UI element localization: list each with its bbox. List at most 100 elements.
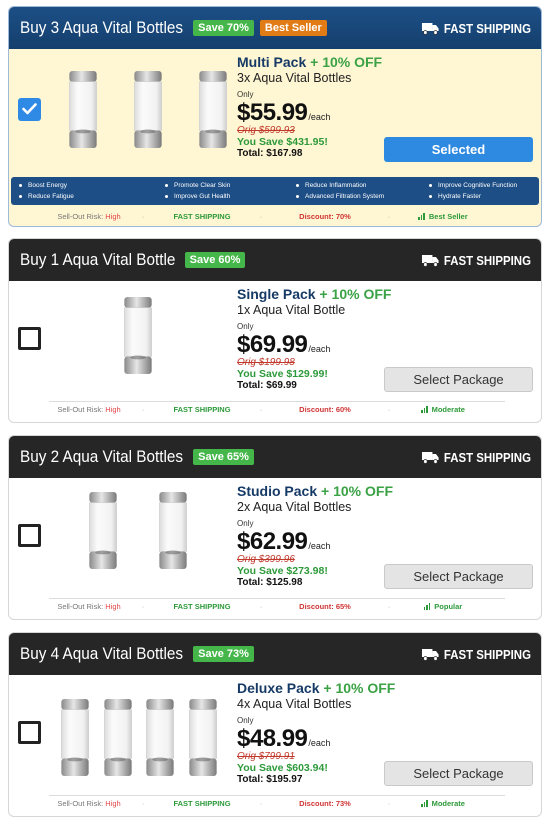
status-fast-shipping: FAST SHIPPING [173, 602, 231, 611]
status-discount: Discount: 70% [299, 211, 351, 221]
bottle-icon [133, 71, 163, 149]
pack-title: Multi Pack + 10% OFF [237, 54, 382, 70]
each-label: /each [308, 344, 331, 354]
fast-shipping-label: FAST SHIPPING [421, 646, 531, 662]
truck-icon [421, 451, 440, 464]
package-card-multi[interactable]: Buy 3 Aqua Vital Bottles Save 70% Best S… [8, 6, 542, 227]
you-save: You Save $129.99! [237, 368, 328, 380]
pack-quantity: 3x Aqua Vital Bottles [237, 71, 352, 85]
signal-bars-icon [421, 406, 429, 413]
pack-name: Studio Pack [237, 483, 318, 499]
status-discount: Discount: 60% [299, 405, 351, 414]
package-card-studio[interactable]: Buy 2 Aqua Vital Bottles Save 65% FAST S… [8, 435, 542, 620]
signal-bars-icon [418, 212, 426, 220]
package-checkbox[interactable] [18, 98, 41, 121]
bottle-icon [103, 699, 133, 777]
select-package-button[interactable]: Select Package [384, 564, 533, 589]
bottle-icon [188, 699, 218, 777]
original-price: Orig $799.91 [237, 751, 295, 762]
product-image [88, 492, 188, 570]
package-header-title: Buy 3 Aqua Vital Bottles [20, 18, 184, 37]
benefit-item: Reduce Inflammation [296, 180, 429, 190]
fast-shipping-text: FAST SHIPPING [443, 646, 531, 662]
unit-price: $69.99 [237, 331, 308, 358]
you-save: You Save $273.98! [237, 565, 328, 577]
fast-shipping-text: FAST SHIPPING [443, 252, 531, 268]
fast-shipping-text: FAST SHIPPING [443, 20, 531, 36]
fast-shipping-label: FAST SHIPPING [421, 449, 531, 465]
package-header-title: Buy 4 Aqua Vital Bottles [20, 644, 184, 663]
package-checkbox[interactable] [18, 327, 41, 350]
pack-quantity: 2x Aqua Vital Bottles [237, 500, 352, 514]
bottle-icon [123, 297, 153, 375]
best-seller-badge: Best Seller [259, 20, 327, 36]
pack-title: Deluxe Pack + 10% OFF [237, 680, 395, 696]
package-checkbox[interactable] [18, 524, 41, 547]
total-price: Total: $195.97 [237, 774, 303, 785]
fast-shipping-label: FAST SHIPPING [421, 252, 531, 268]
status-popularity: Popular [403, 602, 483, 611]
bottle-icon [158, 492, 188, 570]
bottle-icon [145, 699, 175, 777]
package-header: Buy 4 Aqua Vital Bottles Save 73% FAST S… [9, 633, 541, 675]
package-checkbox[interactable] [18, 721, 41, 744]
fast-shipping-label: FAST SHIPPING [421, 20, 531, 36]
bottle-icon [198, 71, 228, 149]
total-price: Total: $167.98 [237, 148, 303, 159]
status-fast-shipping: FAST SHIPPING [173, 405, 231, 414]
sellout-risk: Sell-Out Risk: High [57, 602, 121, 611]
each-label: /each [308, 738, 331, 748]
pack-offer: + 10% OFF [310, 54, 383, 70]
truck-icon [421, 22, 440, 35]
package-info: Deluxe Pack + 10% OFF 4x Aqua Vital Bott… [237, 680, 395, 785]
total-price: Total: $125.98 [237, 577, 303, 588]
benefit-item: Boost Energy [19, 180, 165, 190]
package-info: Single Pack + 10% OFF 1x Aqua Vital Bott… [237, 286, 391, 391]
benefit-item: Improve Gut Health [165, 191, 296, 201]
select-package-button[interactable]: Select Package [384, 761, 533, 786]
benefit-item: Improve Cognitive Function [429, 180, 541, 190]
status-popularity: Moderate [403, 405, 483, 414]
only-label: Only [237, 322, 254, 331]
bottle-icon [60, 699, 90, 777]
package-card-single[interactable]: Buy 1 Aqua Vital Bottle Save 60% FAST SH… [8, 238, 542, 423]
pack-offer: + 10% OFF [321, 483, 393, 499]
package-card-deluxe[interactable]: Buy 4 Aqua Vital Bottles Save 73% FAST S… [8, 632, 542, 817]
pack-title: Single Pack + 10% OFF [237, 286, 391, 302]
fast-shipping-text: FAST SHIPPING [443, 449, 531, 465]
product-image [123, 297, 155, 375]
package-header: Buy 3 Aqua Vital Bottles Save 70% Best S… [9, 7, 541, 49]
unit-price: $48.99 [237, 725, 308, 752]
truck-icon [421, 648, 440, 661]
sellout-risk: Sell-Out Risk: High [57, 799, 121, 808]
status-fast-shipping: FAST SHIPPING [173, 799, 231, 808]
unit-price: $55.99 [237, 99, 308, 126]
save-badge: Save 65% [193, 449, 254, 465]
only-label: Only [237, 519, 254, 528]
each-label: /each [308, 112, 331, 122]
pack-name: Multi Pack [237, 54, 307, 70]
select-package-button[interactable]: Select Package [384, 367, 533, 392]
product-image [68, 71, 228, 149]
package-header-title: Buy 2 Aqua Vital Bottles [20, 447, 184, 466]
pack-offer: + 10% OFF [319, 286, 392, 302]
each-label: /each [308, 541, 331, 551]
pack-title: Studio Pack + 10% OFF [237, 483, 393, 499]
selected-button[interactable]: Selected [384, 137, 533, 162]
pack-quantity: 1x Aqua Vital Bottle [237, 303, 346, 317]
save-badge: Save 73% [193, 646, 254, 662]
package-header: Buy 1 Aqua Vital Bottle Save 60% FAST SH… [9, 239, 541, 281]
save-badge: Save 60% [184, 252, 246, 268]
only-label: Only [237, 716, 254, 725]
status-popularity: Moderate [403, 799, 483, 808]
status-bar: Sell-Out Risk: High · FAST SHIPPING · Di… [49, 795, 505, 811]
status-bar: Sell-Out Risk: High · FAST SHIPPING · Di… [49, 208, 505, 224]
sellout-risk: Sell-Out Risk: High [57, 405, 121, 414]
sellout-risk: Sell-Out Risk: High [57, 211, 121, 221]
benefits-list: Boost Energy Promote Clear Skin Reduce I… [11, 177, 539, 205]
package-info: Studio Pack + 10% OFF 2x Aqua Vital Bott… [237, 483, 393, 588]
status-popularity: Best Seller [403, 212, 483, 221]
signal-bars-icon [423, 603, 432, 610]
status-bar: Sell-Out Risk: High · FAST SHIPPING · Di… [49, 598, 505, 614]
pack-quantity: 4x Aqua Vital Bottles [237, 697, 352, 711]
